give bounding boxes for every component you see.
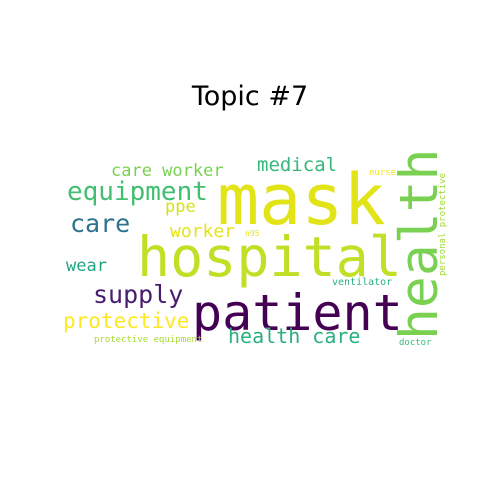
word-ppe: ppe (165, 197, 196, 217)
word-nurse: nurse (369, 168, 396, 178)
word-n95: n95 (245, 229, 260, 238)
word-protective: protective (63, 309, 189, 333)
word-personal-protective: personal protective (438, 173, 448, 276)
word-cloud: maskhospitalpatienthealthhealth careequi… (63, 149, 450, 348)
word-care-worker: care worker (111, 161, 224, 181)
word-ventilator: ventilator (332, 277, 392, 288)
word-care: care (70, 209, 130, 238)
word-worker: worker (170, 221, 235, 242)
word-doctor: doctor (399, 338, 432, 348)
word-health-care: health care (228, 324, 360, 348)
word-supply: supply (93, 280, 183, 309)
word-protective-equipment: protective equipment (94, 335, 202, 345)
word-medical: medical (257, 154, 337, 176)
figure: Topic #7 mask hospital patient health health… (0, 0, 500, 500)
word-wear: wear (66, 256, 107, 276)
